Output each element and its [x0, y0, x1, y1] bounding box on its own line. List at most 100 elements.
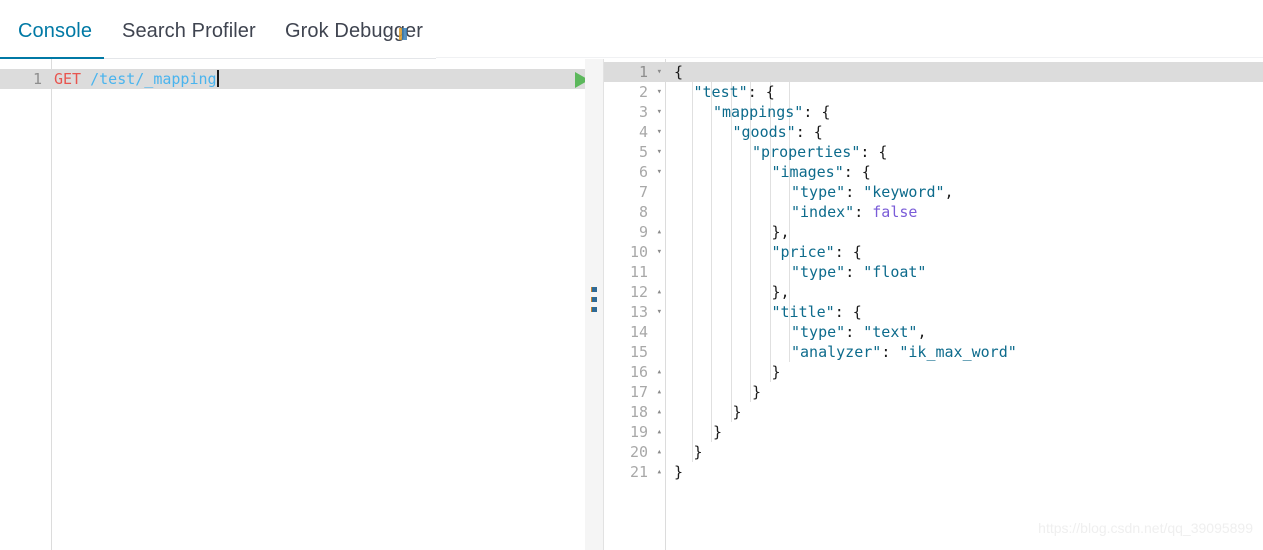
response-code-line: "images": {: [772, 162, 871, 182]
line-number-label: 17: [629, 383, 648, 401]
json-boolean-value: false: [872, 203, 918, 221]
line-number-label: 8: [638, 203, 648, 221]
line-number-label: 6: [638, 163, 648, 181]
response-code-line: "type": "float": [791, 262, 926, 282]
splitter-dot: [591, 307, 597, 312]
request-editor-pane: 1 GET /test/_mapping: [0, 59, 627, 550]
json-punctuation: },: [771, 223, 790, 241]
response-line-number: 21 ▴: [604, 462, 666, 482]
response-code-line: }: [752, 382, 761, 402]
line-number-label: 7: [638, 183, 648, 201]
response-line-number: 5 ▾: [604, 142, 666, 162]
pane-resize-handle[interactable]: [585, 59, 603, 550]
response-line-number: 20 ▴: [604, 442, 666, 462]
response-code-line: "mappings": {: [713, 102, 830, 122]
json-string-value: "text": [863, 323, 918, 341]
splitter-dot: [591, 287, 597, 292]
json-key: "images": [771, 163, 844, 181]
request-editor-gutter: 1: [0, 59, 52, 550]
request-text[interactable]: GET /test/_mapping: [54, 69, 219, 89]
response-code-line: "type": "text",: [791, 322, 926, 342]
fold-expand-icon[interactable]: ▴: [657, 282, 662, 302]
indent-guide: [691, 82, 693, 462]
fold-collapse-icon[interactable]: ▾: [657, 142, 662, 162]
response-line-number: 14: [604, 322, 666, 342]
response-line-number: 18 ▴: [604, 402, 666, 422]
request-line-number: 1: [32, 70, 42, 88]
fold-expand-icon[interactable]: ▴: [657, 442, 662, 462]
fold-expand-icon[interactable]: ▴: [657, 222, 662, 242]
line-number-label: 20: [629, 443, 648, 461]
fold-collapse-icon[interactable]: ▾: [657, 82, 662, 102]
tab-search-profiler[interactable]: Search Profiler: [122, 20, 256, 43]
json-punctuation: :: [854, 203, 873, 221]
response-line-number: 15: [604, 342, 666, 362]
line-number-label: 16: [629, 363, 648, 381]
json-punctuation: : {: [747, 83, 775, 101]
json-punctuation: }: [732, 403, 742, 421]
response-line-number: 6 ▾: [604, 162, 666, 182]
json-punctuation: }: [674, 463, 684, 481]
response-code-line: },: [772, 222, 790, 242]
fold-expand-icon[interactable]: ▴: [657, 402, 662, 422]
request-editor-content[interactable]: GET /test/_mapping: [52, 59, 627, 550]
json-key: "index": [791, 203, 855, 221]
response-line-number: 16 ▴: [604, 362, 666, 382]
response-line-number: 8: [604, 202, 666, 222]
console-workspace: 1 GET /test/_mapping 1 ▾ 2 ▾ 3 ▾ 4 ▾ 5 ▾ 6 ▾ 7 8 9 ▴ 10 ▾…: [0, 59, 1263, 550]
text-cursor: [216, 70, 219, 87]
json-key: "type": [791, 183, 846, 201]
fold-expand-icon[interactable]: ▴: [657, 382, 662, 402]
response-line-number: 19 ▴: [604, 422, 666, 442]
json-punctuation: : {: [803, 103, 831, 121]
json-key: "test": [693, 83, 748, 101]
json-key: "mappings": [713, 103, 804, 121]
line-number-label: 19: [629, 423, 648, 441]
http-method-token: GET: [54, 70, 82, 88]
json-punctuation: :: [881, 343, 900, 361]
tab-console[interactable]: Console: [18, 20, 92, 43]
json-punctuation: : {: [843, 163, 871, 181]
fold-collapse-icon[interactable]: ▾: [657, 122, 662, 142]
response-line-number: 13 ▾: [604, 302, 666, 322]
line-number-label: 9: [638, 223, 648, 241]
response-gutter: 1 ▾ 2 ▾ 3 ▾ 4 ▾ 5 ▾ 6 ▾ 7 8 9 ▴ 10 ▾ 11 12 ▴ 13 ▾ 14 15 16 ▴ 17 ▴ 18 ▴…: [604, 59, 666, 550]
response-code-line: }: [694, 442, 703, 462]
response-code-line: "index": false: [791, 202, 917, 222]
tabbar-divider-right: [436, 57, 1263, 58]
response-line-number: 17 ▴: [604, 382, 666, 402]
line-number-label: 12: [629, 283, 648, 301]
render-artifact: [399, 28, 407, 40]
json-punctuation: :: [845, 263, 864, 281]
line-number-label: 11: [629, 263, 648, 281]
json-key: "type": [791, 323, 846, 341]
fold-expand-icon[interactable]: ▴: [657, 462, 662, 482]
json-key: "type": [791, 263, 846, 281]
fold-expand-icon[interactable]: ▴: [657, 362, 662, 382]
fold-collapse-icon[interactable]: ▾: [657, 102, 662, 122]
response-code-line: }: [674, 462, 683, 482]
response-line-number: 3 ▾: [604, 102, 666, 122]
line-number-label: 10: [629, 243, 648, 261]
json-punctuation: }: [693, 443, 703, 461]
fold-collapse-icon[interactable]: ▾: [657, 62, 662, 82]
fold-collapse-icon[interactable]: ▾: [657, 302, 662, 322]
response-code-line: }: [733, 402, 742, 422]
indent-guide: [730, 82, 732, 422]
response-line-number: 7: [604, 182, 666, 202]
response-line-number: 1 ▾: [604, 62, 666, 82]
response-json-content[interactable]: {"test": {"mappings": {"goods": {"proper…: [666, 59, 1263, 550]
json-string-value: "float": [863, 263, 927, 281]
splitter-dot: [591, 297, 597, 302]
json-punctuation: : {: [834, 243, 862, 261]
json-punctuation: : {: [795, 123, 823, 141]
fold-collapse-icon[interactable]: ▾: [657, 242, 662, 262]
json-punctuation: },: [771, 283, 790, 301]
fold-expand-icon[interactable]: ▴: [657, 422, 662, 442]
fold-collapse-icon[interactable]: ▾: [657, 162, 662, 182]
response-pane: 1 ▾ 2 ▾ 3 ▾ 4 ▾ 5 ▾ 6 ▾ 7 8 9 ▴ 10 ▾ 11 12 ▴ 13 ▾ 14 15 16 ▴ 17 ▴ 18 ▴…: [603, 59, 1263, 550]
line-number-label: 1: [638, 63, 648, 81]
response-line-number: 10 ▾: [604, 242, 666, 262]
line-number-label: 4: [638, 123, 648, 141]
line-number-label: 14: [629, 323, 648, 341]
